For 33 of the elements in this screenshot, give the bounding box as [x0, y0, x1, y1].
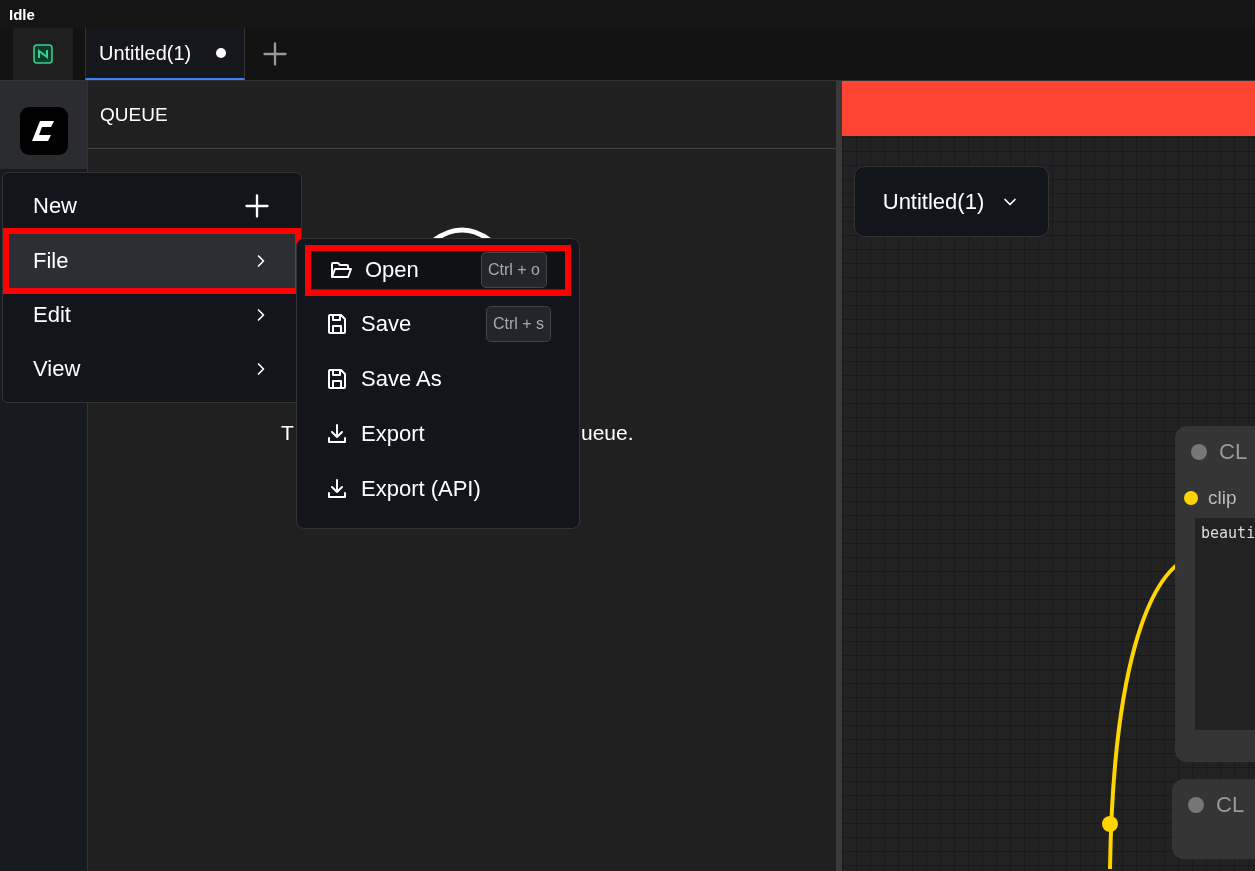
- menu-item[interactable]: Edit: [9, 288, 295, 342]
- save-icon: [325, 366, 349, 391]
- shortcut-key: Ctrl + s: [485, 305, 551, 342]
- node-title: CL: [1216, 792, 1245, 818]
- workflow-dropdown[interactable]: Untitled(1): [854, 166, 1049, 237]
- download-icon: [325, 421, 349, 446]
- input-socket[interactable]: [1184, 491, 1198, 505]
- plus-icon: [261, 40, 289, 68]
- logo-icon: [19, 107, 68, 155]
- menu-item[interactable]: View: [9, 342, 295, 396]
- save-icon: [325, 311, 349, 336]
- status-dot: [1191, 444, 1207, 460]
- prompt-field[interactable]: beauti: [1195, 518, 1255, 730]
- menu-item[interactable]: Export: [307, 406, 569, 461]
- node-canvas[interactable]: Untitled(1) CL clip beauti CL: [842, 81, 1255, 871]
- input-label: clip: [1208, 487, 1237, 509]
- graph-node[interactable]: CL: [1172, 779, 1255, 859]
- menu-item[interactable]: Export (API): [307, 461, 569, 516]
- app-logo-tab[interactable]: [13, 28, 73, 80]
- empty-message: T: [281, 421, 294, 445]
- menu-item[interactable]: Save As: [307, 351, 569, 406]
- logo-icon: [33, 44, 53, 64]
- download-icon: [325, 476, 349, 501]
- plus-icon: [243, 192, 271, 220]
- panel-title: QUEUE: [100, 103, 168, 126]
- empty-message: ueue.: [581, 421, 634, 445]
- node-title: CL: [1219, 439, 1248, 465]
- shortcut-key: Ctrl + o: [481, 252, 547, 288]
- menu-item[interactable]: Save Ctrl + s: [307, 296, 569, 351]
- status-text: Idle: [9, 5, 35, 23]
- graph-node[interactable]: CL clip beauti: [1175, 426, 1255, 762]
- workflow-tab[interactable]: Untitled(1): [85, 28, 245, 80]
- status-dot: [1188, 797, 1204, 813]
